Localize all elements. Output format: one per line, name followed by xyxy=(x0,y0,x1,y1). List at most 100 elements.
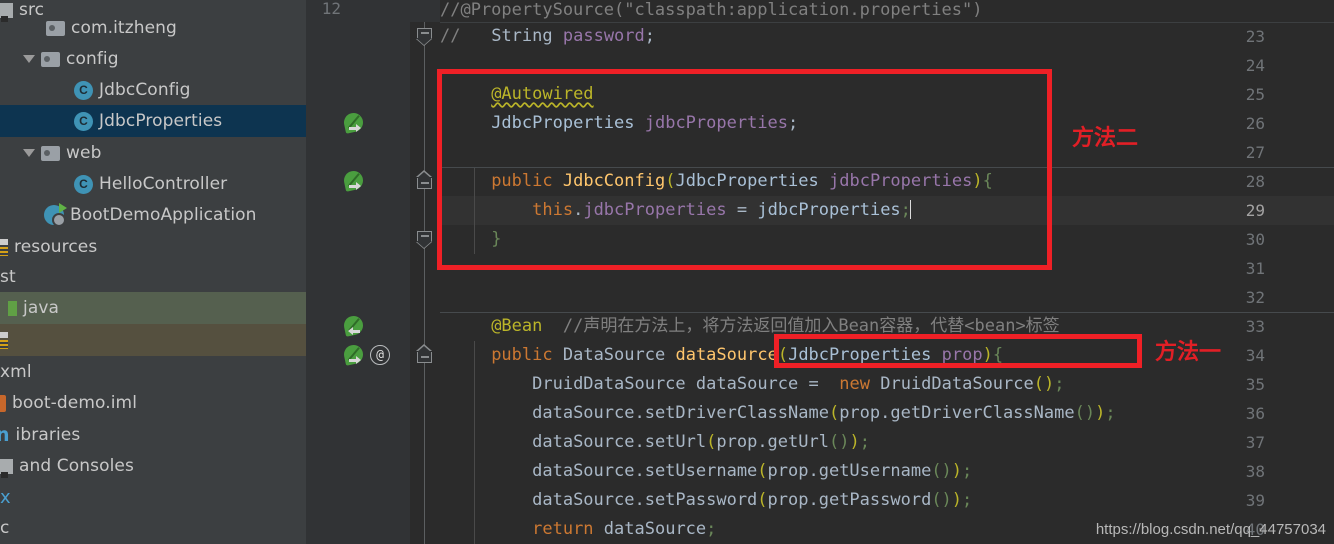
line-number: 34 xyxy=(1245,346,1265,365)
tree-item-resources-test[interactable] xyxy=(0,324,306,356)
code-token: dataSource xyxy=(675,345,778,365)
bean-annotation: @Bean xyxy=(491,316,543,336)
code-token: ( xyxy=(757,490,768,510)
annotation-gutter-icon[interactable]: @ xyxy=(370,345,390,365)
code-token: dataSource xyxy=(603,519,707,539)
tree-item-pomxml[interactable]: xml xyxy=(0,356,306,388)
code-token: return xyxy=(532,519,594,539)
code-token: ) xyxy=(951,461,963,481)
console-icon xyxy=(0,458,13,478)
line-number: 24 xyxy=(1245,56,1265,75)
line-number: 31 xyxy=(1245,259,1265,278)
code-line-39[interactable]: dataSource.setPassword(prop.getPassword(… xyxy=(440,486,972,515)
fold-marker-collapse[interactable] xyxy=(417,178,432,193)
fold-marker-collapse[interactable] xyxy=(417,352,432,367)
code-line-36[interactable]: dataSource.setDriverClassName(prop.getDr… xyxy=(440,399,1116,428)
tree-item-label: and Consoles xyxy=(19,456,134,476)
line-number: 39 xyxy=(1245,491,1265,510)
spring-bean-gutter-icon[interactable] xyxy=(342,314,366,338)
fold-comment-marker: // xyxy=(440,26,461,46)
code-token: prop.getUrl xyxy=(716,432,829,452)
tree-item-label: xml xyxy=(0,362,32,382)
chevron-down-icon[interactable] xyxy=(22,146,36,160)
code-line-23[interactable]: // String password; xyxy=(440,22,655,51)
line-number: 29 xyxy=(1245,201,1265,220)
code-token: ) xyxy=(982,345,993,365)
editor-fold-strip[interactable] xyxy=(410,0,440,544)
sticky-gutter: 12 xyxy=(306,0,440,22)
code-line-30[interactable]: } xyxy=(440,225,501,254)
line-number: 27 xyxy=(1245,143,1265,162)
code-token: ( xyxy=(777,345,789,365)
code-token: () xyxy=(931,461,952,481)
autowired-annotation: @Autowired xyxy=(491,84,594,104)
tree-item-jdbcconfig[interactable]: C JdbcConfig xyxy=(0,74,306,106)
fold-marker-collapse[interactable] xyxy=(417,231,432,246)
tree-item-resources[interactable]: resources xyxy=(0,231,306,263)
tree-item-bootdemoapplication[interactable]: BootDemoApplication xyxy=(0,199,306,231)
tree-item-external-libraries[interactable]: n ibraries xyxy=(0,419,306,451)
code-line-32[interactable] xyxy=(440,283,450,312)
tree-item-web[interactable]: web xyxy=(0,137,306,169)
tree-item-package[interactable]: com.itzheng xyxy=(0,12,306,44)
tree-item-label: HelloController xyxy=(99,174,228,194)
tree-item-test[interactable]: st xyxy=(0,261,306,293)
editor-gutter[interactable] xyxy=(306,0,410,544)
class-icon: C xyxy=(74,111,93,131)
code-line-37[interactable]: dataSource.setUrl(prop.getUrl()); xyxy=(440,428,870,457)
code-token: jdbcProperties xyxy=(829,171,973,191)
tree-item-label: com.itzheng xyxy=(71,18,177,38)
code-line-35[interactable]: DruidDataSource dataSource = new DruidDa… xyxy=(440,370,1064,399)
line-number: 37 xyxy=(1245,433,1265,452)
code-line-25[interactable]: @Autowired xyxy=(440,80,594,109)
code-token: ; xyxy=(962,490,973,510)
fold-marker-collapse[interactable] xyxy=(417,28,432,43)
code-token: ( xyxy=(665,171,676,191)
source-root-icon xyxy=(8,300,17,316)
tree-item-iml[interactable]: boot-demo.iml xyxy=(0,387,306,419)
spring-bean-gutter-icon[interactable] xyxy=(342,111,366,135)
line-number: 25 xyxy=(1245,85,1265,104)
code-token: ; xyxy=(644,26,656,46)
code-line-28[interactable]: public JdbcConfig(JdbcProperties jdbcPro… xyxy=(440,167,993,196)
tree-item-jdbcproperties[interactable]: C JdbcProperties xyxy=(0,105,306,137)
code-line-34[interactable]: public DataSource dataSource(JdbcPropert… xyxy=(440,341,1003,370)
watermark: https://blog.csdn.net/qq_44757034 xyxy=(1095,521,1326,538)
code-token: ; xyxy=(1054,374,1065,394)
code-line-24[interactable] xyxy=(440,51,450,80)
code-token: jdbcProperties xyxy=(757,200,901,220)
code-token: DruidDataSource xyxy=(532,374,686,394)
code-token: ( xyxy=(757,461,768,481)
tree-item-extra-1[interactable]: x xyxy=(0,481,306,513)
tree-item-config[interactable]: config xyxy=(0,43,306,75)
tree-item-extra-2[interactable]: c xyxy=(0,512,306,544)
tree-item-label: JdbcProperties xyxy=(99,111,223,131)
code-token: ; xyxy=(1105,403,1116,423)
code-token: prop.getPassword xyxy=(767,490,932,510)
tree-item-scratches-consoles[interactable]: and Consoles xyxy=(0,450,306,482)
spring-bean-gutter-icon[interactable] xyxy=(342,343,366,367)
tree-item-label: BootDemoApplication xyxy=(70,205,257,225)
code-editor[interactable]: 23 24 25 26 27 28 29 30 31 32 33 34 35 3… xyxy=(306,0,1334,544)
chevron-down-icon[interactable] xyxy=(22,52,36,66)
tree-item-hellocontroller[interactable]: C HelloController xyxy=(0,168,306,200)
annotation-label-method-two: 方法二 xyxy=(1072,125,1139,151)
code-token: ) xyxy=(972,171,983,191)
code-line-33[interactable]: @Bean //声明在方法上，将方法返回值加入Bean容器，代替<bean>标签 xyxy=(440,312,1060,341)
code-line-26[interactable]: JdbcProperties jdbcProperties; xyxy=(440,109,798,138)
project-tree-panel[interactable]: src com.itzheng config C JdbcConfig C Jd… xyxy=(0,0,306,544)
code-line-27[interactable] xyxy=(440,138,450,167)
code-token: password xyxy=(562,26,645,46)
tree-item-java[interactable]: java xyxy=(0,292,306,324)
code-token: JdbcProperties xyxy=(788,345,932,365)
spring-bean-gutter-icon[interactable] xyxy=(342,169,366,193)
code-line-31[interactable] xyxy=(440,254,450,283)
folder-icon xyxy=(41,145,60,161)
code-line-38[interactable]: dataSource.setUsername(prop.getUsername(… xyxy=(440,457,972,486)
tree-item-label: web xyxy=(66,143,102,163)
tree-item-label: ibraries xyxy=(15,425,81,445)
code-line-40[interactable]: return dataSource; xyxy=(440,515,716,544)
code-token: dataSource.setUsername xyxy=(532,461,758,481)
code-token: dataSource.setPassword xyxy=(532,490,758,510)
code-line-29[interactable]: this.jdbcProperties = jdbcProperties; xyxy=(440,196,912,225)
